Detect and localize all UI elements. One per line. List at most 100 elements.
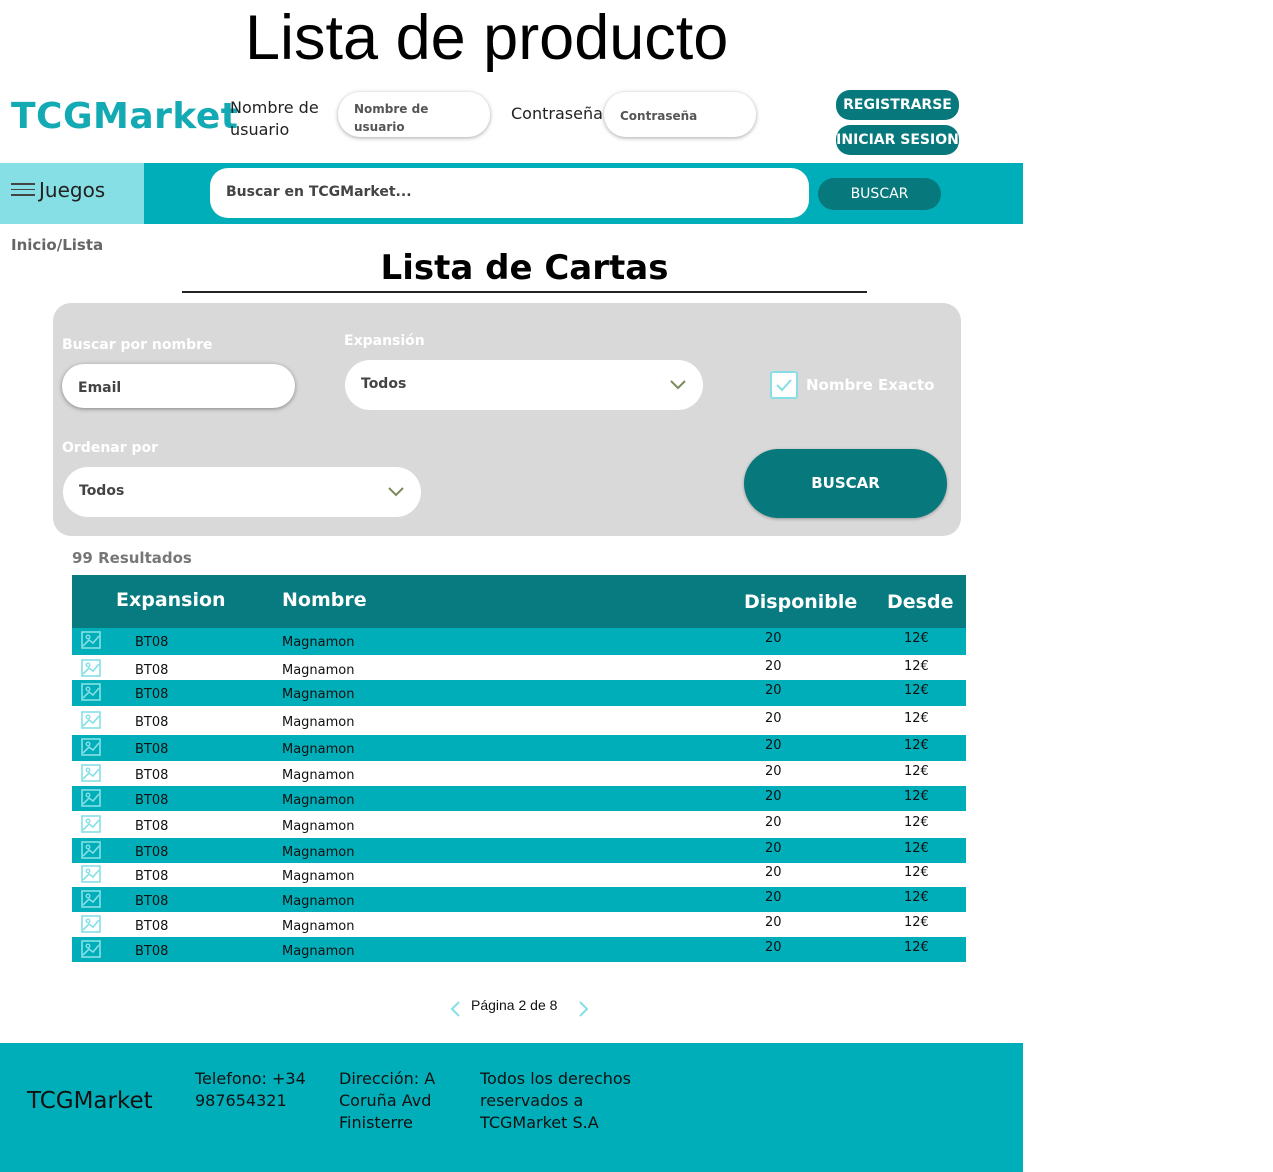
chevron-left-icon[interactable] [449, 1000, 461, 1018]
cell-available: 20 [765, 815, 782, 830]
image-icon[interactable] [81, 789, 101, 807]
table-row[interactable]: BT08 Magnamon 20 12€ [72, 735, 966, 761]
column-header-available[interactable]: Disponible [744, 591, 857, 613]
cell-expansion: BT08 [135, 845, 169, 860]
image-icon[interactable] [81, 815, 101, 833]
check-icon [776, 379, 792, 392]
chevron-right-icon[interactable] [578, 1000, 590, 1018]
cell-name[interactable]: Magnamon [282, 635, 355, 650]
register-button[interactable]: REGISTRARSE [836, 90, 959, 120]
table-row[interactable]: BT08 Magnamon 20 12€ [72, 887, 966, 912]
order-select[interactable]: Todos [63, 467, 421, 517]
breadcrumb[interactable]: Inicio/Lista [11, 236, 103, 254]
cell-expansion: BT08 [135, 869, 169, 884]
cell-name[interactable]: Magnamon [282, 768, 355, 783]
cell-name[interactable]: Magnamon [282, 845, 355, 860]
cell-expansion: BT08 [135, 715, 169, 730]
image-icon[interactable] [81, 711, 101, 729]
page-heading: Lista de producto [245, 3, 729, 73]
footer-phone: Telefono: +34 987654321 [195, 1069, 306, 1110]
table-row[interactable]: BT08 Magnamon 20 12€ [72, 656, 966, 680]
table-row[interactable]: BT08 Magnamon 20 12€ [72, 937, 966, 962]
cell-name[interactable]: Magnamon [282, 919, 355, 934]
cell-price: 12€ [904, 890, 929, 905]
title-divider [182, 291, 867, 293]
table-row[interactable]: BT08 Magnamon 20 12€ [72, 812, 966, 838]
filter-search-button[interactable]: BUSCAR [744, 449, 947, 518]
image-icon[interactable] [81, 841, 101, 859]
cell-price: 12€ [904, 940, 929, 955]
cell-price: 12€ [904, 659, 929, 674]
cell-available: 20 [765, 789, 782, 804]
name-filter-input[interactable]: Email [62, 364, 295, 408]
cell-price: 12€ [904, 789, 929, 804]
site-search-button[interactable]: BUSCAR [818, 178, 941, 210]
username-label: Nombre de usuario [230, 98, 319, 139]
cell-available: 20 [765, 738, 782, 753]
image-icon[interactable] [81, 915, 101, 933]
cell-price: 12€ [904, 711, 929, 726]
cell-name[interactable]: Magnamon [282, 663, 355, 678]
pagination-text: Página 2 de 8 [471, 997, 558, 1013]
cell-expansion: BT08 [135, 944, 169, 959]
password-label: Contraseña: [511, 104, 609, 123]
image-icon[interactable] [81, 865, 101, 883]
column-header-price[interactable]: Desde [887, 591, 953, 613]
image-icon[interactable] [81, 631, 101, 649]
cell-available: 20 [765, 841, 782, 856]
table-row[interactable]: BT08 Magnamon 20 12€ [72, 680, 966, 706]
password-input[interactable]: Contraseña [604, 92, 756, 137]
column-header-name[interactable]: Nombre [282, 589, 367, 611]
chevron-down-icon [670, 380, 686, 390]
name-filter-label: Buscar por nombre [62, 337, 213, 353]
cell-expansion: BT08 [135, 687, 169, 702]
cell-name[interactable]: Magnamon [282, 715, 355, 730]
cell-available: 20 [765, 711, 782, 726]
table-row[interactable]: BT08 Magnamon 20 12€ [72, 708, 966, 735]
cell-price: 12€ [904, 915, 929, 930]
table-header: Expansion Nombre Disponible Desde [72, 575, 966, 628]
cell-expansion: BT08 [135, 894, 169, 909]
games-menu-label[interactable]: Juegos [39, 178, 105, 202]
expansion-select-value: Todos [361, 376, 407, 392]
image-icon[interactable] [81, 659, 101, 677]
order-filter-label: Ordenar por [62, 440, 159, 456]
table-row[interactable]: BT08 Magnamon 20 12€ [72, 838, 966, 863]
table-row[interactable]: BT08 Magnamon 20 12€ [72, 862, 966, 887]
cell-name[interactable]: Magnamon [282, 894, 355, 909]
expansion-select[interactable]: Todos [345, 360, 703, 410]
hamburger-menu-icon[interactable] [11, 183, 35, 197]
cell-name[interactable]: Magnamon [282, 944, 355, 959]
login-button[interactable]: INICIAR SESION [836, 125, 959, 155]
cell-expansion: BT08 [135, 768, 169, 783]
image-icon[interactable] [81, 683, 101, 701]
cell-name[interactable]: Magnamon [282, 687, 355, 702]
table-row[interactable]: BT08 Magnamon 20 12€ [72, 628, 966, 655]
cell-available: 20 [765, 631, 782, 646]
exact-name-label[interactable]: Nombre Exacto [806, 376, 934, 394]
table-row[interactable]: BT08 Magnamon 20 12€ [72, 786, 966, 811]
image-icon[interactable] [81, 890, 101, 908]
footer-address: Dirección: A Coruña Avd Finisterre [339, 1069, 436, 1132]
exact-name-checkbox[interactable] [770, 371, 798, 399]
cell-expansion: BT08 [135, 793, 169, 808]
cell-available: 20 [765, 890, 782, 905]
chevron-down-icon [388, 487, 404, 497]
cell-price: 12€ [904, 815, 929, 830]
cell-name[interactable]: Magnamon [282, 819, 355, 834]
cell-name[interactable]: Magnamon [282, 793, 355, 808]
column-header-expansion[interactable]: Expansion [116, 589, 226, 611]
cell-name[interactable]: Magnamon [282, 742, 355, 757]
site-search-input[interactable]: Buscar en TCGMarket... [210, 168, 809, 218]
image-icon[interactable] [81, 738, 101, 756]
cell-name[interactable]: Magnamon [282, 869, 355, 884]
image-icon[interactable] [81, 764, 101, 782]
username-input[interactable]: Nombre de usuario [338, 92, 490, 137]
brand-logo[interactable]: TCGMarket [11, 96, 239, 137]
cell-available: 20 [765, 940, 782, 955]
table-row[interactable]: BT08 Magnamon 20 12€ [72, 761, 966, 786]
table-row[interactable]: BT08 Magnamon 20 12€ [72, 912, 966, 937]
results-count: 99 Resultados [72, 549, 192, 567]
image-icon[interactable] [81, 940, 101, 958]
cell-available: 20 [765, 683, 782, 698]
